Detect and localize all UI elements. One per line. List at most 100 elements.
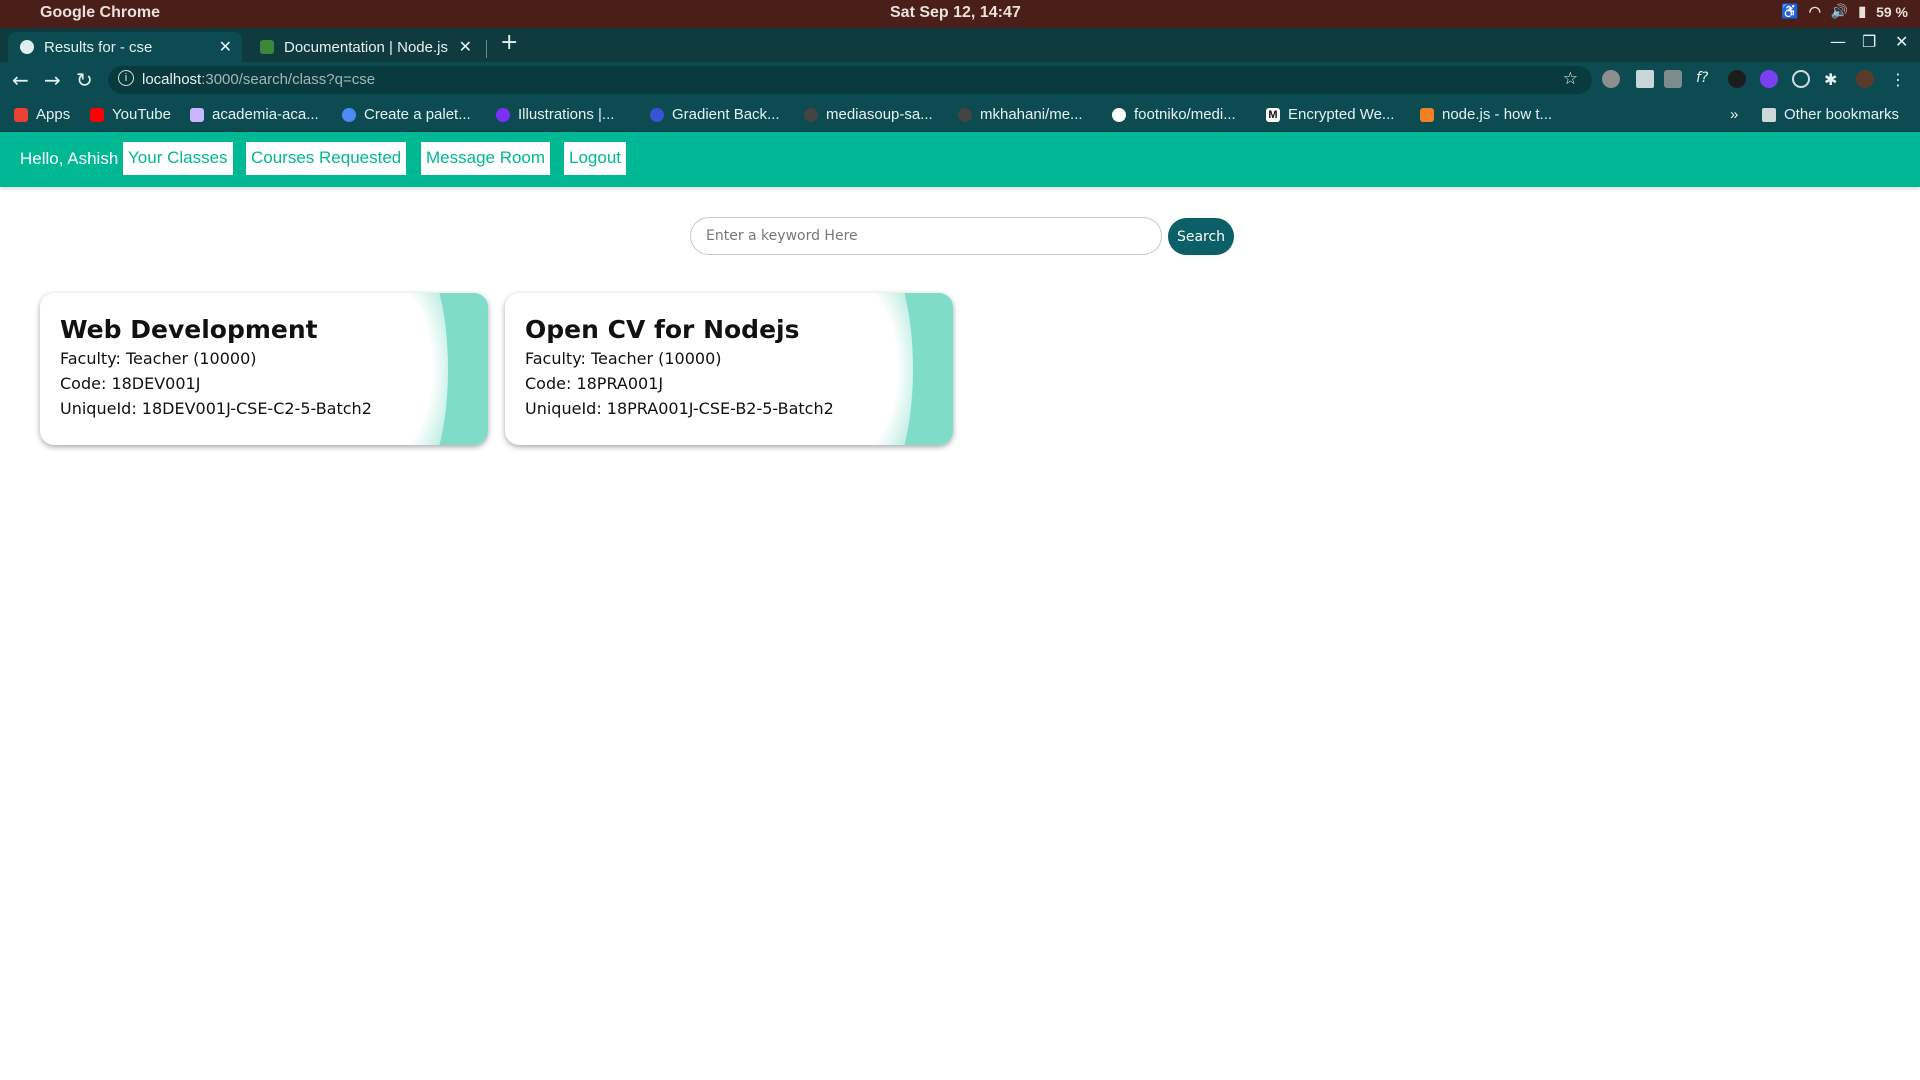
bookmark-label: YouTube [112,106,171,123]
class-unique-id: UniqueId: 18DEV001J-CSE-C2-5-Batch2 [60,399,372,418]
tab-results[interactable]: Results for - cse ✕ [8,32,242,62]
reload-icon[interactable]: ↻ [76,68,93,92]
class-unique-id: UniqueId: 18PRA001J-CSE-B2-5-Batch2 [525,399,834,418]
bookmark-mediasoup[interactable]: mediasoup-sa... [804,106,933,123]
battery-icon[interactable]: ▮ [1858,3,1866,20]
github-icon [1112,107,1126,122]
page-content: Hello, Ashish Your Classes Courses Reque… [0,132,1920,1080]
bookmark-label: mediasoup-sa... [826,106,933,123]
close-tab-icon[interactable]: ✕ [459,37,472,57]
bookmark-label: Gradient Back... [672,106,780,123]
search-input[interactable] [690,217,1162,255]
extension-target-icon[interactable] [1792,70,1810,88]
gradient-icon [650,107,664,122]
url-path: :3000/search/class?q=cse [201,71,376,88]
volume-icon[interactable]: 🔊 [1831,3,1848,20]
folder-icon [1762,107,1776,122]
class-code: Code: 18PRA001J [525,374,664,393]
extension-check-icon[interactable] [1760,70,1778,88]
nav-logout[interactable]: Logout [564,142,626,175]
bookmark-footniko[interactable]: footniko/medi... [1112,106,1236,123]
nav-your-classes[interactable]: Your Classes [123,142,233,175]
card-decoration [843,293,953,445]
url-host: localhost [142,71,202,88]
bookmark-label: Create a palet... [364,106,471,123]
card-decoration [378,293,488,445]
address-bar[interactable]: i localhost:3000/search/class?q=cse ☆ [108,66,1592,94]
bookmark-mkhahani[interactable]: mkhahani/me... [958,106,1083,123]
minimize-icon[interactable]: — [1830,32,1846,51]
tab-strip: Results for - cse ✕ Documentation | Node… [0,28,1920,62]
bookmark-star-icon[interactable]: ☆ [1563,69,1578,89]
illustrations-icon [496,107,510,122]
profile-avatar[interactable] [1856,70,1874,88]
back-arrow-icon[interactable]: ← [12,68,29,92]
new-tab-icon[interactable]: + [500,30,518,55]
extension-pen-icon[interactable] [1636,70,1654,88]
info-icon[interactable]: i [118,70,134,86]
coolors-icon [342,107,356,122]
bookmark-label: node.js - how t... [1442,106,1553,123]
tab-separator [486,40,487,58]
tab-title: Results for - cse [44,38,153,56]
bookmark-gradient[interactable]: Gradient Back... [650,106,780,123]
github-icon [804,107,818,122]
class-title: Open CV for Nodejs [525,315,800,344]
youtube-icon [90,107,104,122]
battery-percent: 59 % [1876,3,1908,20]
bookmark-stackoverflow[interactable]: node.js - how t... [1420,106,1552,123]
menu-kebab-icon[interactable]: ⋮ [1890,70,1908,89]
forward-arrow-icon[interactable]: → [44,68,61,92]
accessibility-icon[interactable]: ♿ [1781,3,1798,20]
class-card-web-development[interactable]: Web Development Faculty: Teacher (10000)… [40,293,488,445]
globe-icon [20,40,34,54]
bookmark-apps[interactable]: Apps [14,106,70,123]
tab-nodejs-docs[interactable]: Documentation | Node.js ✕ [248,32,482,62]
bookmark-illustrations[interactable]: Illustrations |... [496,106,614,123]
extension-dark-icon[interactable] [1728,70,1746,88]
nav-message-room[interactable]: Message Room [421,142,551,175]
extension-shield-icon[interactable] [1602,70,1620,88]
os-top-bar: Google Chrome Sat Sep 12, 14:47 ♿ ◠ 🔊 ▮ … [0,0,1920,28]
class-code: Code: 18DEV001J [60,374,201,393]
other-bookmarks[interactable]: Other bookmarks [1762,106,1899,123]
wifi-icon[interactable]: ◠ [1809,3,1821,20]
bookmarks-bar: Apps YouTube academia-aca... Create a pa… [0,98,1920,132]
tab-title: Documentation | Node.js [284,38,448,56]
os-app-name: Google Chrome [40,4,161,21]
bookmark-label: Other bookmarks [1784,106,1900,123]
extension-copy-icon[interactable] [1664,70,1682,88]
bookmark-label: academia-aca... [212,106,319,123]
class-title: Web Development [60,315,318,344]
search-button[interactable]: Search [1168,218,1234,255]
bookmark-palette[interactable]: Create a palet... [342,106,471,123]
bookmark-academia[interactable]: academia-aca... [190,106,319,123]
class-card-open-cv[interactable]: Open CV for Nodejs Faculty: Teacher (100… [505,293,953,445]
close-tab-icon[interactable]: ✕ [219,37,232,57]
bookmark-label: Encrypted We... [1288,106,1395,123]
close-window-icon[interactable]: ✕ [1895,32,1908,51]
greeting-text: Hello, Ashish [20,149,119,168]
os-clock[interactable]: Sat Sep 12, 14:47 [890,4,1021,22]
bookmark-youtube[interactable]: YouTube [90,106,171,123]
bookmark-label: Apps [36,106,71,123]
browser-toolbar: ← → ↻ i localhost:3000/search/class?q=cs… [0,62,1920,98]
bookmark-label: footniko/medi... [1134,106,1236,123]
nodejs-icon [260,40,274,54]
stackoverflow-icon [1420,107,1434,122]
system-tray[interactable]: ♿ ◠ 🔊 ▮ 59 % [1781,3,1908,20]
nav-courses-requested[interactable]: Courses Requested [246,142,407,175]
chevron-double-right-icon: » [1730,106,1739,123]
extensions-puzzle-icon[interactable]: ✱ [1824,70,1842,89]
bookmark-encrypted[interactable]: M Encrypted We... [1266,106,1394,123]
more-bookmarks-button[interactable]: » [1730,106,1738,123]
apps-grid-icon [14,107,28,122]
site-navbar: Hello, Ashish Your Classes Courses Reque… [0,132,1920,187]
diamond-icon [190,107,204,122]
github-icon [958,107,972,122]
url-text[interactable]: localhost:3000/search/class?q=cse [142,71,375,88]
medium-icon: M [1266,107,1280,122]
restore-icon[interactable]: ❐ [1862,32,1876,51]
extension-formula-icon[interactable]: f? [1696,70,1714,88]
class-faculty: Faculty: Teacher (10000) [525,349,722,368]
